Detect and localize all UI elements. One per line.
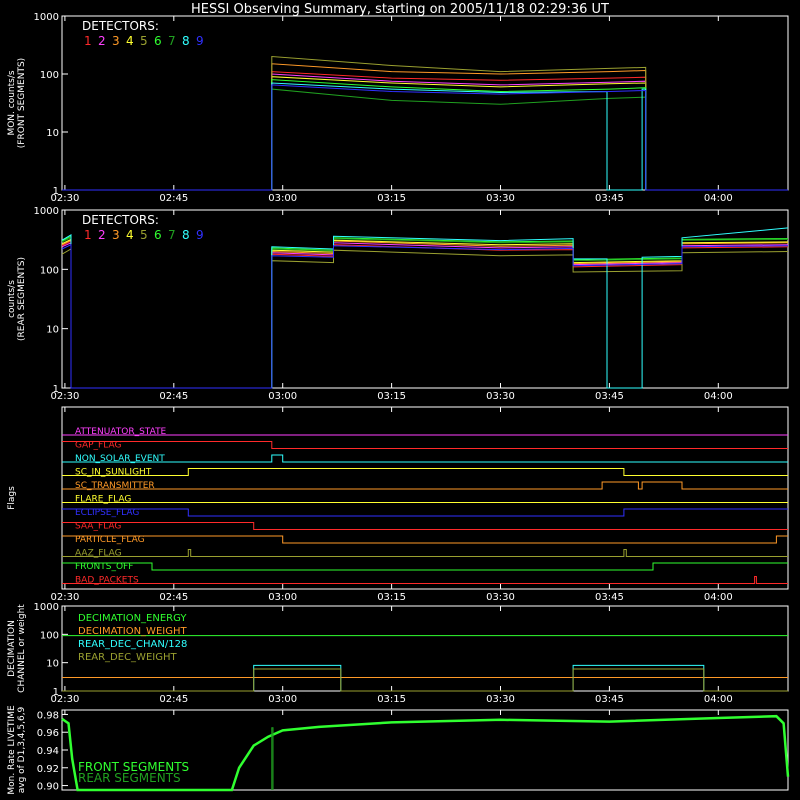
decimation-legend-1: DECIMATION_ENERGY: [78, 613, 187, 624]
y-axis-label-line: avg of D1,3,4,5,6,9: [17, 706, 27, 793]
x-tick-label: 03:00: [268, 193, 297, 204]
y-tick-label: 0.98: [37, 710, 59, 721]
x-tick-label: 04:00: [704, 391, 733, 402]
y-tick-label: 10: [46, 325, 59, 336]
legend-detector-2: 2: [98, 34, 106, 48]
legend-detector-7: 7: [168, 34, 176, 48]
legend-detector-1: 1: [84, 34, 92, 48]
y-axis-label: Flags: [7, 486, 17, 510]
legend-detector-8: 8: [182, 228, 190, 242]
y-axis-label-line: Mon. Rate LIVETIME: [7, 705, 17, 795]
x-tick-label: 03:15: [377, 694, 406, 705]
x-tick-label: 03:30: [486, 694, 515, 705]
x-tick-label: 02:45: [159, 193, 188, 204]
y-tick-label: 1: [53, 687, 59, 698]
y-axis-label-line: DECIMATION: [7, 620, 17, 677]
x-tick-label: 03:00: [268, 592, 297, 603]
y-tick-label: 1000: [34, 602, 59, 613]
legend-detector-5: 5: [140, 228, 148, 242]
decimation-legend-4: REAR_DEC_WEIGHT: [78, 652, 177, 663]
x-tick-label: 03:30: [486, 592, 515, 603]
legend-detector-7: 7: [168, 228, 176, 242]
x-tick-label: 03:45: [595, 391, 624, 402]
y-tick-label: 10: [46, 128, 59, 139]
x-tick-label: 03:30: [486, 193, 515, 204]
x-tick-label: 03:00: [268, 694, 297, 705]
x-tick-label: 03:15: [377, 193, 406, 204]
y-axis-label: Mon. Rate LIVETIMEavg of D1,3,4,5,6,9: [7, 705, 27, 795]
y-axis-label-line: (REAR SEGMENTS): [17, 257, 27, 341]
plot-title: HESSI Observing Summary, starting on 200…: [191, 2, 609, 17]
legend-title: DETECTORS:: [82, 19, 159, 33]
x-tick-label: 03:15: [377, 592, 406, 603]
y-axis-label-line: (FRONT SEGMENTS): [17, 58, 27, 148]
legend-detector-4: 4: [126, 228, 134, 242]
y-tick-label: 100: [40, 630, 59, 641]
y-axis-label-line: Flags: [7, 486, 17, 510]
y-axis-label: MON. counts/s(FRONT SEGMENTS): [7, 58, 27, 148]
legend-detector-6: 6: [154, 228, 162, 242]
legend-detector-3: 3: [112, 34, 120, 48]
x-tick-label: 02:45: [159, 391, 188, 402]
legend-detector-2: 2: [98, 228, 106, 242]
x-tick-label: 03:45: [595, 193, 624, 204]
y-tick-label: 100: [40, 70, 59, 81]
y-tick-label: 0.92: [37, 764, 59, 775]
y-tick-label: 0.94: [37, 746, 59, 757]
x-tick-label: 04:00: [704, 592, 733, 603]
x-tick-label: 04:00: [704, 694, 733, 705]
livetime-legend-2: REAR SEGMENTS: [78, 771, 181, 785]
legend-detector-9: 9: [196, 228, 204, 242]
y-tick-label: 1000: [34, 206, 59, 217]
x-tick-label: 03:00: [268, 391, 297, 402]
y-tick-label: 1: [53, 384, 59, 395]
y-axis-label-line: MON. counts/s: [7, 70, 17, 135]
legend-title: DETECTORS:: [82, 213, 159, 227]
decimation-legend-2: DECIMATION_WEIGHT: [78, 626, 187, 637]
legend-detector-3: 3: [112, 228, 120, 242]
x-tick-label: 03:15: [377, 391, 406, 402]
x-tick-label: 03:45: [595, 694, 624, 705]
y-tick-label: 100: [40, 265, 59, 276]
y-tick-label: 1: [53, 186, 59, 197]
y-tick-label: 10: [46, 659, 59, 670]
observing-summary-plot: HESSI Observing Summary, starting on 200…: [0, 0, 800, 800]
decimation-legend-3: REAR_DEC_CHAN/128: [78, 639, 187, 650]
y-tick-label: 0.90: [37, 782, 59, 793]
legend-detector-4: 4: [126, 34, 134, 48]
legend-detector-9: 9: [196, 34, 204, 48]
legend-detector-5: 5: [140, 34, 148, 48]
y-tick-label: 0.96: [37, 728, 59, 739]
legend-detector-6: 6: [154, 34, 162, 48]
y-tick-label: 1000: [34, 12, 59, 23]
legend-detector-1: 1: [84, 228, 92, 242]
y-axis-label-line: CHANNEL or weight: [17, 604, 27, 693]
x-tick-label: 03:45: [595, 592, 624, 603]
x-tick-label: 04:00: [704, 193, 733, 204]
y-axis-label-line: counts/s: [7, 280, 17, 318]
x-tick-label: 03:30: [486, 391, 515, 402]
legend-detector-8: 8: [182, 34, 190, 48]
x-tick-label: 02:45: [159, 694, 188, 705]
x-tick-label: 02:45: [159, 592, 188, 603]
